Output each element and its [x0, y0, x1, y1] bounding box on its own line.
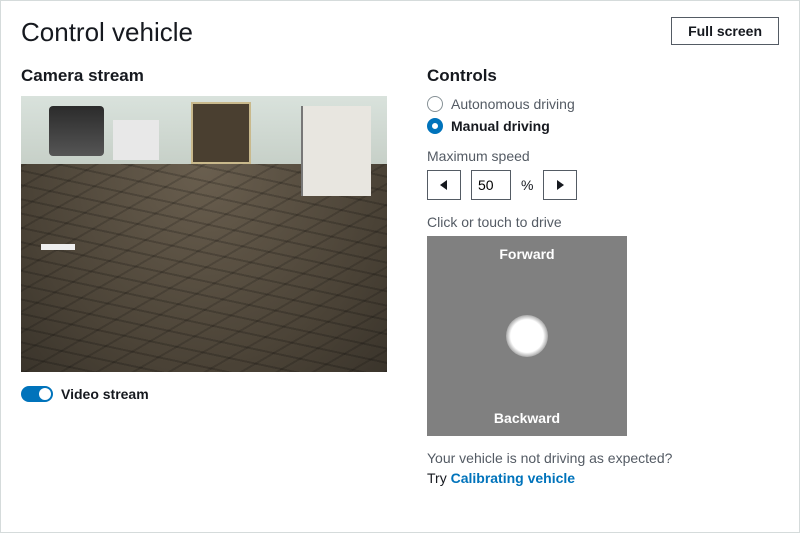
speed-decrement-button[interactable] [427, 170, 461, 200]
video-stream-toggle[interactable] [21, 386, 53, 402]
fullscreen-button[interactable]: Full screen [671, 17, 779, 45]
video-stream-toggle-label: Video stream [61, 386, 149, 402]
radio-icon [427, 96, 443, 112]
maximum-speed-label: Maximum speed [427, 148, 779, 164]
drive-touchpad[interactable]: Forward Backward [427, 236, 627, 436]
controls-heading: Controls [427, 66, 779, 86]
maximum-speed-input[interactable] [471, 170, 511, 200]
speed-increment-button[interactable] [543, 170, 577, 200]
calibrate-vehicle-link[interactable]: Calibrating vehicle [451, 470, 575, 486]
speed-unit-label: % [521, 177, 533, 193]
triangle-left-icon [439, 179, 449, 191]
help-try-prefix: Try [427, 470, 451, 486]
page-title: Control vehicle [21, 17, 193, 48]
help-link-row: Try Calibrating vehicle [427, 470, 779, 486]
controls-column: Controls Autonomous driving Manual drivi… [427, 66, 779, 486]
mode-radio-autonomous-label: Autonomous driving [451, 96, 575, 112]
help-question-text: Your vehicle is not driving as expected? [427, 450, 779, 466]
triangle-right-icon [555, 179, 565, 191]
mode-radio-manual[interactable]: Manual driving [427, 118, 779, 134]
drivepad-backward-label: Backward [427, 410, 627, 426]
camera-column: Camera stream Video stream [21, 66, 387, 486]
camera-heading: Camera stream [21, 66, 387, 86]
control-vehicle-panel: Control vehicle Full screen Camera strea… [0, 0, 800, 533]
drivepad-label: Click or touch to drive [427, 214, 779, 230]
radio-icon [427, 118, 443, 134]
drivepad-cursor-icon [506, 315, 548, 357]
camera-stream-viewport [21, 96, 387, 372]
mode-radio-manual-label: Manual driving [451, 118, 550, 134]
drivepad-forward-label: Forward [427, 246, 627, 262]
mode-radio-autonomous[interactable]: Autonomous driving [427, 96, 779, 112]
header: Control vehicle Full screen [21, 17, 779, 48]
